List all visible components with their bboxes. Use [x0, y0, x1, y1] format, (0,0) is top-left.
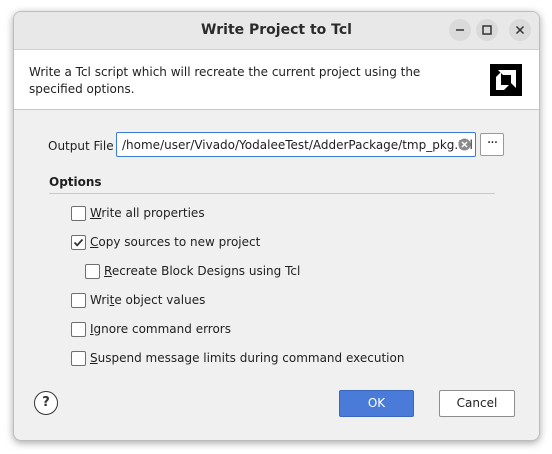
- browse-button[interactable]: ···: [480, 133, 504, 156]
- checkmark-icon: [73, 238, 84, 247]
- cancel-button[interactable]: Cancel: [439, 390, 515, 417]
- copy-sources-checkbox[interactable]: [71, 235, 86, 250]
- option-label: Write object values: [90, 293, 206, 307]
- ignore-command-errors-checkbox[interactable]: [71, 322, 86, 337]
- maximize-button[interactable]: [476, 19, 498, 41]
- recreate-block-designs-checkbox[interactable]: [85, 264, 100, 279]
- option-label: Suspend message limits during command ex…: [90, 351, 405, 365]
- option-label: Ignore command errors: [90, 322, 231, 336]
- output-file-label: Output File: [48, 139, 114, 153]
- options-divider: [49, 193, 495, 194]
- output-file-value: /home/user/Vivado/YodaleeTest/AdderPacka…: [122, 138, 473, 152]
- close-button[interactable]: [509, 19, 531, 41]
- write-project-dialog: Write Project to Tcl Write a Tcl script …: [13, 11, 540, 441]
- option-label: Copy sources to new project: [90, 235, 261, 249]
- write-object-values-checkbox[interactable]: [71, 293, 86, 308]
- options-heading: Options: [49, 175, 102, 189]
- help-button[interactable]: ?: [34, 391, 58, 415]
- maximize-icon: [482, 25, 492, 35]
- close-icon: [515, 25, 525, 35]
- write-all-properties-checkbox[interactable]: [71, 206, 86, 221]
- output-file-input[interactable]: /home/user/Vivado/YodaleeTest/AdderPacka…: [116, 132, 476, 157]
- amd-logo-icon: [490, 64, 522, 96]
- suspend-message-limits-checkbox[interactable]: [71, 351, 86, 366]
- option-label: Write all properties: [90, 206, 205, 220]
- clear-icon[interactable]: [458, 138, 471, 151]
- minimize-button[interactable]: [449, 19, 471, 41]
- header-description: Write a Tcl script which will recreate t…: [29, 65, 421, 96]
- title-bar[interactable]: Write Project to Tcl: [14, 12, 539, 50]
- option-label: Recreate Block Designs using Tcl: [104, 264, 301, 278]
- minimize-icon: [456, 29, 464, 31]
- header-panel: Write a Tcl script which will recreate t…: [14, 50, 539, 110]
- ok-button[interactable]: OK: [339, 390, 414, 417]
